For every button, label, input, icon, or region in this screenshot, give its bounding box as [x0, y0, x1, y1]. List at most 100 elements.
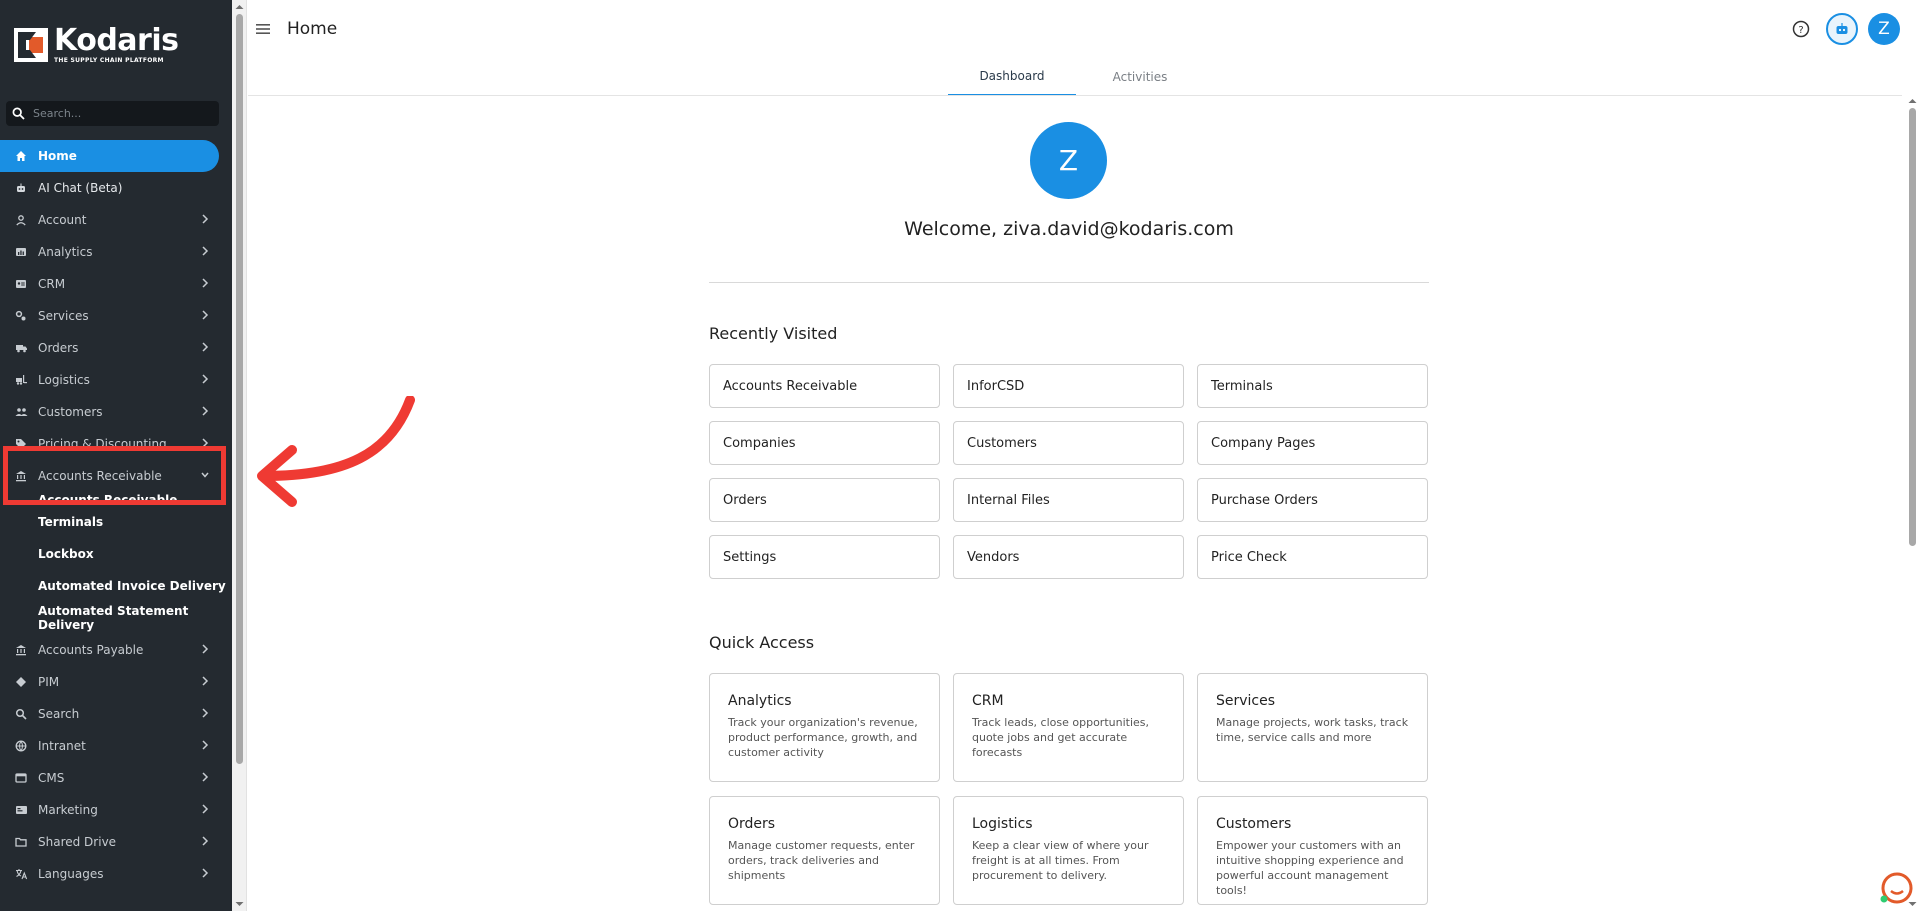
sidebar-item-label: Accounts Receivable — [38, 469, 162, 483]
recent-link-price-check[interactable]: Price Check — [1197, 535, 1428, 579]
bank-icon — [14, 469, 28, 483]
analytics-icon — [14, 245, 28, 259]
hamburger-menu-icon[interactable] — [254, 20, 272, 38]
quick-access-card-title: Orders — [728, 816, 776, 832]
tab-dashboard[interactable]: Dashboard — [948, 58, 1076, 96]
sidebar-subitem-label: Lockbox — [38, 547, 94, 561]
sidebar-item-label: Accounts Payable — [38, 643, 144, 657]
sidebar-item-customers[interactable]: Customers — [0, 396, 232, 428]
sidebar-subitem-accounts-receivable[interactable]: Accounts Receivable — [0, 492, 232, 506]
sidebar-item-accounts-receivable[interactable]: Accounts Receivable — [0, 460, 232, 492]
sidebar-subitem-automated-statement-delivery[interactable]: Automated Statement Delivery — [0, 602, 232, 634]
tabs-divider — [248, 95, 1902, 96]
sidebar-item-search[interactable]: Search — [0, 698, 232, 730]
quick-access-card-services[interactable]: Services Manage projects, work tasks, tr… — [1197, 673, 1428, 782]
crm-icon — [14, 277, 28, 291]
recent-link-vendors[interactable]: Vendors — [953, 535, 1184, 579]
sidebar-item-label: PIM — [38, 675, 60, 689]
chevron-right-icon — [198, 866, 212, 880]
recent-link-accounts-receivable[interactable]: Accounts Receivable — [709, 364, 940, 408]
quick-access-card-orders[interactable]: Orders Manage customer requests, enter o… — [709, 796, 940, 905]
annotation-arrow-icon — [257, 396, 415, 507]
sidebar-item-services[interactable]: Services — [0, 300, 232, 332]
page-title: Home — [287, 19, 338, 39]
sidebar-item-analytics[interactable]: Analytics — [0, 236, 232, 268]
top-bar: Home ? Z — [248, 0, 1920, 58]
recently-visited-title: Recently Visited — [709, 324, 838, 343]
quick-access-title: Quick Access — [709, 633, 815, 652]
sidebar-search-input[interactable] — [33, 107, 203, 120]
recent-link-customers[interactable]: Customers — [953, 421, 1184, 465]
sidebar-subitem-terminals[interactable]: Terminals — [0, 506, 232, 538]
sidebar-item-label: Languages — [38, 867, 104, 881]
help-icon[interactable]: ? — [1792, 20, 1810, 38]
scroll-down-icon[interactable] — [232, 899, 247, 909]
recent-link-internal-files[interactable]: Internal Files — [953, 478, 1184, 522]
quick-access-card-crm[interactable]: CRM Track leads, close opportunities, qu… — [953, 673, 1184, 782]
sidebar-subitem-label: Terminals — [38, 515, 104, 529]
recent-link-orders[interactable]: Orders — [709, 478, 940, 522]
sidebar-item-marketing[interactable]: Marketing — [0, 794, 232, 826]
quick-access-card-title: Logistics — [972, 816, 1033, 832]
sidebar: Kodaris THE SUPPLY CHAIN PLATFORM Home A… — [0, 0, 232, 911]
chat-support-icon[interactable] — [1878, 870, 1914, 906]
recent-link-inforcsd[interactable]: InforCSD — [953, 364, 1184, 408]
sidebar-item-ai-chat[interactable]: AI Chat (Beta) — [0, 172, 232, 204]
sidebar-item-label: CMS — [38, 771, 65, 785]
chevron-right-icon — [198, 212, 212, 226]
sidebar-item-pim[interactable]: PIM — [0, 666, 232, 698]
sidebar-subitem-lockbox[interactable]: Lockbox — [0, 538, 232, 570]
sidebar-item-label: Orders — [38, 341, 79, 355]
tab-activities[interactable]: Activities — [1076, 58, 1204, 96]
sidebar-item-shared-drive[interactable]: Shared Drive — [0, 826, 232, 858]
kodaris-logo[interactable]: Kodaris THE SUPPLY CHAIN PLATFORM — [14, 26, 179, 64]
user-avatar[interactable]: Z — [1868, 13, 1900, 45]
people-icon — [14, 405, 28, 419]
recent-link-purchase-orders[interactable]: Purchase Orders — [1197, 478, 1428, 522]
brand-tagline: THE SUPPLY CHAIN PLATFORM — [54, 57, 164, 64]
recent-link-company-pages[interactable]: Company Pages — [1197, 421, 1428, 465]
sidebar-item-languages[interactable]: Languages — [0, 858, 232, 890]
chevron-right-icon — [198, 340, 212, 354]
bot-icon — [14, 181, 28, 195]
sidebar-item-orders[interactable]: Orders — [0, 332, 232, 364]
quick-access-card-description: Empower your customers with an intuitive… — [1216, 839, 1404, 897]
sidebar-item-intranet[interactable]: Intranet — [0, 730, 232, 762]
section-divider — [709, 282, 1429, 283]
chevron-down-icon — [198, 468, 212, 482]
ai-assistant-button[interactable] — [1826, 13, 1858, 45]
scroll-up-icon[interactable] — [232, 2, 247, 12]
chevron-right-icon — [198, 436, 212, 450]
quick-access-card-description: Keep a clear view of where your freight … — [972, 839, 1149, 882]
recent-link-terminals[interactable]: Terminals — [1197, 364, 1428, 408]
sidebar-item-label: Customers — [38, 405, 103, 419]
sidebar-item-label: Pricing & Discounting — [38, 437, 167, 451]
forklift-icon — [14, 373, 28, 387]
sidebar-item-home[interactable]: Home — [0, 140, 219, 172]
sidebar-subitem-label: Automated Statement Delivery — [38, 604, 189, 632]
recent-link-settings[interactable]: Settings — [709, 535, 940, 579]
chevron-right-icon — [198, 244, 212, 258]
sidebar-item-label: Intranet — [38, 739, 86, 753]
quick-access-card-analytics[interactable]: Analytics Track your organization's reve… — [709, 673, 940, 782]
sidebar-item-accounts-payable[interactable]: Accounts Payable — [0, 634, 232, 666]
sidebar-item-cms[interactable]: CMS — [0, 762, 232, 794]
main-scrollbar[interactable] — [1905, 96, 1920, 911]
sidebar-subitem-automated-invoice-delivery[interactable]: Automated Invoice Delivery — [0, 570, 232, 602]
quick-access-grid: Analytics Track your organization's reve… — [709, 673, 1429, 905]
sidebar-scrollbar-thumb[interactable] — [236, 14, 243, 764]
scroll-up-icon[interactable] — [1905, 96, 1920, 106]
sidebar-item-crm[interactable]: CRM — [0, 268, 232, 300]
profile-avatar: Z — [1030, 122, 1107, 199]
quick-access-card-customers[interactable]: Customers Empower your customers with an… — [1197, 796, 1428, 905]
quick-access-card-description: Track leads, close opportunities, quote … — [972, 716, 1150, 759]
chevron-right-icon — [198, 770, 212, 784]
sidebar-item-account[interactable]: Account — [0, 204, 232, 236]
sidebar-item-pricing-discounting[interactable]: Pricing & Discounting — [0, 428, 232, 460]
recent-link-companies[interactable]: Companies — [709, 421, 940, 465]
sidebar-scrollbar[interactable] — [232, 0, 247, 911]
sidebar-item-logistics[interactable]: Logistics — [0, 364, 232, 396]
quick-access-card-logistics[interactable]: Logistics Keep a clear view of where you… — [953, 796, 1184, 905]
main-scrollbar-thumb[interactable] — [1909, 108, 1916, 546]
chevron-right-icon — [198, 404, 212, 418]
